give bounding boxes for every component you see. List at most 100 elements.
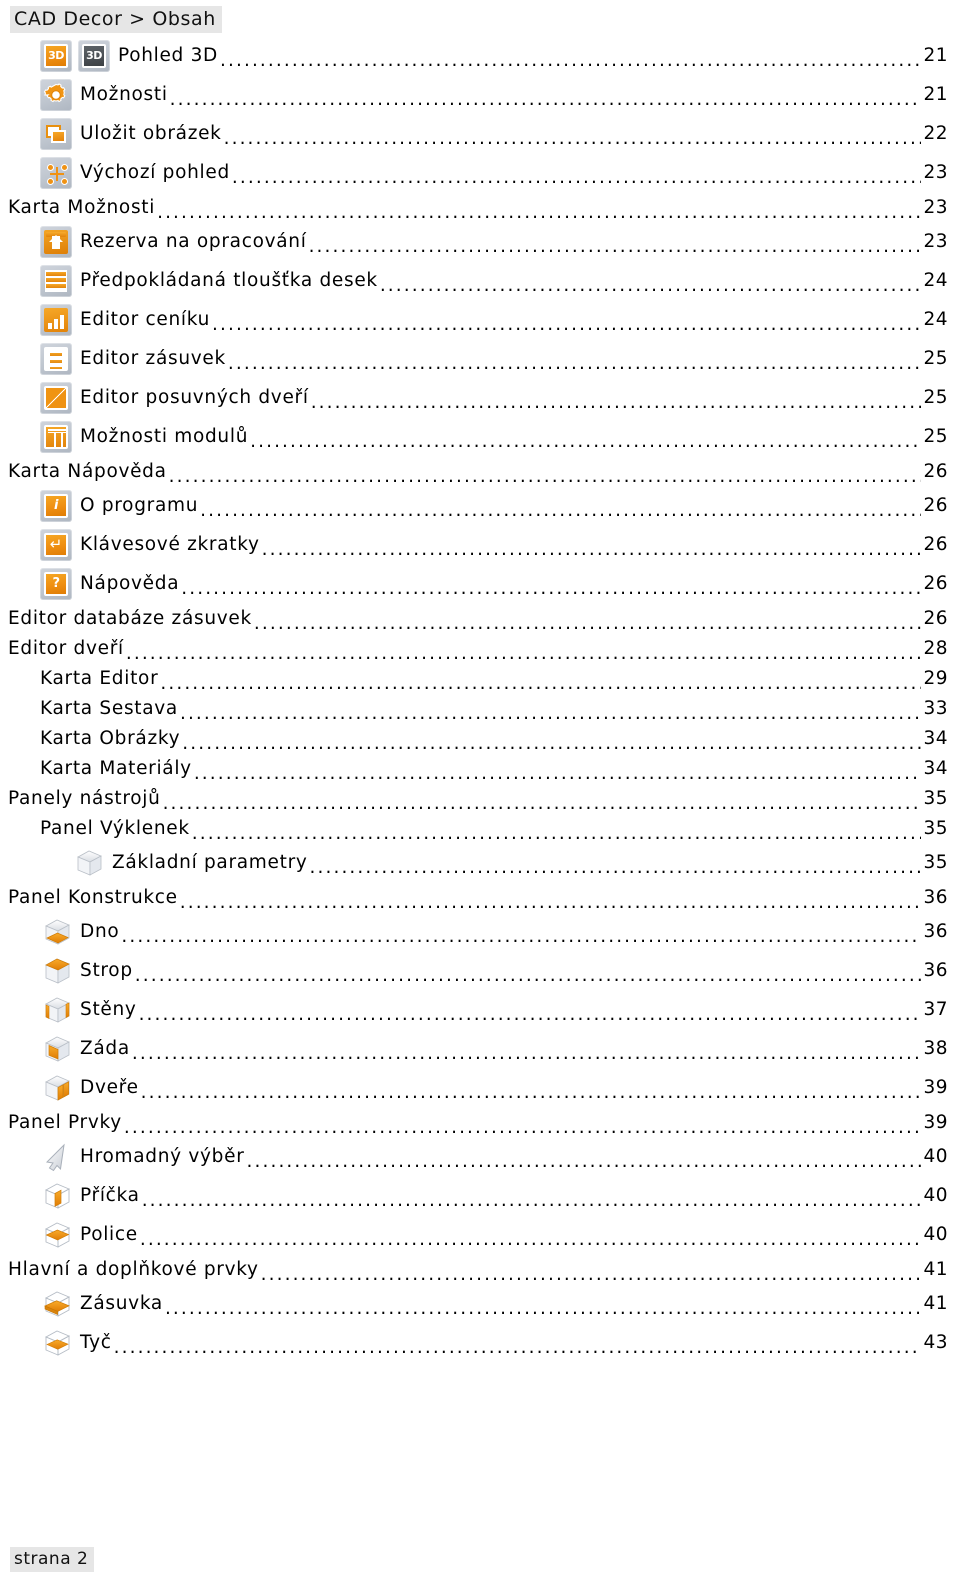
toc-leader-dots <box>194 763 921 782</box>
toc-entry[interactable]: Hlavní a doplňkové prvky 41 <box>0 1254 960 1284</box>
cabinet-bottom-icon <box>40 915 74 949</box>
toc-page-number: 37 <box>923 999 948 1020</box>
toc-entry-label: Základní parametry <box>112 852 308 873</box>
toc-entry-label: Police <box>80 1224 138 1245</box>
toc-page-number: 43 <box>923 1332 948 1353</box>
toc-leader-dots <box>180 892 921 911</box>
toc-page-number: 25 <box>923 426 948 447</box>
toc-entry[interactable]: Příčka 40 <box>0 1176 960 1215</box>
toc-page-number: 40 <box>923 1146 948 1167</box>
toc-leader-dots <box>212 314 921 333</box>
toc-page-number: 36 <box>923 921 948 942</box>
document-page: CAD Decor > Obsah 3D3DPohled 3D21Možnost… <box>0 0 960 1582</box>
toc-entry[interactable]: Hromadný výběr 40 <box>0 1137 960 1176</box>
toc-entry[interactable]: Police 40 <box>0 1215 960 1254</box>
default-view-icon <box>40 156 72 189</box>
toc-entry-label: Pohled 3D <box>118 45 219 66</box>
toc-entry[interactable]: Tyč 43 <box>0 1323 960 1362</box>
toc-entry[interactable]: Výchozí pohled 23 <box>0 153 960 192</box>
help-question-icon: ? <box>40 567 74 601</box>
toc-leader-dots <box>180 703 921 722</box>
toc-leader-dots <box>228 353 921 372</box>
toc-entry[interactable]: Základní parametry 35 <box>0 843 960 882</box>
toc-entry[interactable]: Záda 38 <box>0 1029 960 1068</box>
toc-entry[interactable]: Editor databáze zásuvek 26 <box>0 603 960 633</box>
toc-page-number: 25 <box>923 348 948 369</box>
toc-entry-label: Karta Materiály <box>40 757 192 779</box>
toc-page-number: 28 <box>923 637 948 659</box>
toc-entry[interactable]: Možnosti 21 <box>0 75 960 114</box>
toc-entry[interactable]: Karta Možnosti 23 <box>0 192 960 222</box>
toc-page-number: 35 <box>923 852 948 873</box>
toc-entry[interactable]: Karta Nápověda 26 <box>0 456 960 486</box>
price-list-editor-icon <box>40 303 74 337</box>
toc-entry-label: Příčka <box>80 1185 140 1206</box>
sliding-door-editor-icon <box>40 381 72 414</box>
toc-page-number: 26 <box>923 495 948 516</box>
toc-page-number: 39 <box>923 1111 948 1133</box>
toc-leader-dots <box>157 202 921 221</box>
drawer-editor-icon <box>40 342 72 375</box>
toc-entry-label: Uložit obrázek <box>80 123 222 144</box>
cabinet-rod-icon <box>40 1326 74 1360</box>
toc-page-number: 38 <box>923 1038 948 1059</box>
cabinet-divider-icon <box>40 1179 74 1213</box>
keyboard-shortcuts-icon: ↵ <box>40 528 72 561</box>
toc-entry-label: Tyč <box>80 1332 112 1353</box>
toc-entry-label: Výchozí pohled <box>80 162 230 183</box>
toc-entry[interactable]: Předpokládaná tloušťka desek 24 <box>0 261 960 300</box>
toc-entry[interactable]: Uložit obrázek 22 <box>0 114 960 153</box>
toc-entry-label: Karta Možnosti <box>8 196 156 218</box>
toc-entry[interactable]: Rezerva na opracování 23 <box>0 222 960 261</box>
toc-entry-label: Editor ceníku <box>80 309 211 330</box>
toc-entry[interactable]: Zásuvka 41 <box>0 1284 960 1323</box>
toc-leader-dots <box>124 1117 921 1136</box>
toc-entry[interactable]: Karta Obrázky 34 <box>0 723 960 753</box>
toc-entry-label: Panel Konstrukce <box>8 886 178 908</box>
toc-entry[interactable]: Karta Materiály 34 <box>0 753 960 783</box>
toc-page-number: 24 <box>923 309 948 330</box>
toc-entry[interactable]: Panel Konstrukce 36 <box>0 882 960 912</box>
toc-entry-label: Panel Prvky <box>8 1111 122 1133</box>
toc-entry[interactable]: Panely nástrojů 35 <box>0 783 960 813</box>
toc-entry[interactable]: i O programu 26 <box>0 486 960 525</box>
toc-entry[interactable]: Karta Editor 29 <box>0 663 960 693</box>
toc-entry[interactable]: ↵ Klávesové zkratky 26 <box>0 525 960 564</box>
toc-entry[interactable]: Editor ceníku 24 <box>0 300 960 339</box>
price-list-editor-icon <box>40 303 72 336</box>
toc-entry-label: Karta Sestava <box>40 697 178 719</box>
toc-entry-label: Nápověda <box>80 573 180 594</box>
machining-reserve-icon <box>40 225 74 259</box>
toc-entry[interactable]: Stěny 37 <box>0 990 960 1029</box>
module-options-icon <box>40 420 74 454</box>
toc-leader-dots <box>169 466 921 485</box>
toc-entry[interactable]: ? Nápověda 26 <box>0 564 960 603</box>
toc-entry[interactable]: Panel Prvky 39 <box>0 1107 960 1137</box>
about-info-icon: i <box>40 489 72 522</box>
view-3d-gray-icon: 3D <box>78 39 110 72</box>
toc-entry[interactable]: Možnosti modulů 25 <box>0 417 960 456</box>
toc-entry-label: Panely nástrojů <box>8 787 161 809</box>
toc-entry[interactable]: 3D3D Pohled 3D 21 <box>0 36 960 75</box>
toc-entry[interactable]: Dno 36 <box>0 912 960 951</box>
toc-entry[interactable]: Karta Sestava 33 <box>0 693 960 723</box>
toc-entry[interactable]: Editor dveří 28 <box>0 633 960 663</box>
view-3d-dual-icon: 3D 3D <box>40 39 112 73</box>
toc-entry[interactable]: Editor zásuvek 25 <box>0 339 960 378</box>
toc-leader-dots <box>135 965 921 984</box>
toc-entry-label: O programu <box>80 495 199 516</box>
toc-entry[interactable]: Editor posuvných dveří 25 <box>0 378 960 417</box>
toc-page-number: 36 <box>923 886 948 908</box>
toc-entry-label: Editor posuvných dveří <box>80 387 309 408</box>
toc-entry[interactable]: Dveře 39 <box>0 1068 960 1107</box>
toc-leader-dots <box>220 50 921 69</box>
toc-page-number: 34 <box>923 757 948 779</box>
cabinet-basic-params-icon <box>72 846 106 880</box>
toc-entry[interactable]: Strop 36 <box>0 951 960 990</box>
toc-entry[interactable]: Panel Výklenek 35 <box>0 813 960 843</box>
toc-leader-dots <box>232 167 921 186</box>
save-image-icon <box>40 117 72 150</box>
toc-leader-dots <box>247 1151 921 1170</box>
toc-leader-dots <box>126 643 921 662</box>
cabinet-back-icon <box>40 1032 74 1066</box>
